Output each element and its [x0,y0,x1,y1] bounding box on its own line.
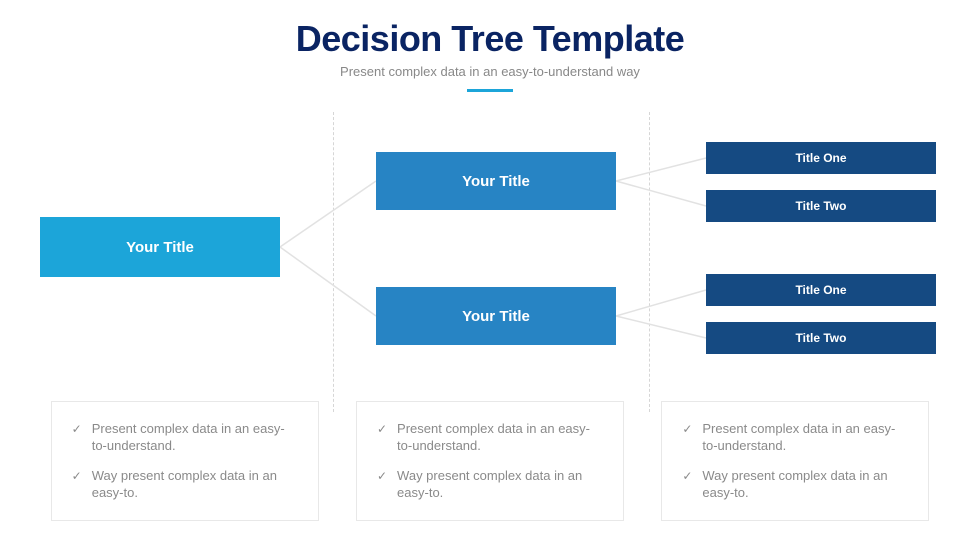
accent-divider [467,89,513,92]
column-divider [333,112,334,412]
decision-tree-diagram: Your Title Your Title Your Title Title O… [0,112,980,412]
slide-title: Decision Tree Template [0,18,980,60]
list-item: ✓ Present complex data in an easy-to-und… [72,420,298,455]
list-item: ✓ Way present complex data in an easy-to… [72,467,298,502]
column-divider [649,112,650,412]
tree-leaf-node: Title One [706,274,936,306]
tree-leaf-node: Title One [706,142,936,174]
node-label: Your Title [462,173,530,190]
list-item-text: Present complex data in an easy-to-under… [397,420,603,455]
footer-box: ✓ Present complex data in an easy-to-und… [661,401,929,521]
check-icon: ✓ [377,421,387,437]
tree-branch-node: Your Title [376,287,616,345]
list-item: ✓ Way present complex data in an easy-to… [682,467,908,502]
node-label: Title One [795,151,846,165]
list-item-text: Way present complex data in an easy-to. [92,467,298,502]
list-item-text: Way present complex data in an easy-to. [397,467,603,502]
list-item: ✓ Present complex data in an easy-to-und… [377,420,603,455]
check-icon: ✓ [682,421,692,437]
node-label: Title Two [796,331,847,345]
list-item-text: Way present complex data in an easy-to. [702,467,908,502]
check-icon: ✓ [377,468,387,484]
footer-box: ✓ Present complex data in an easy-to-und… [356,401,624,521]
footer-columns: ✓ Present complex data in an easy-to-und… [0,401,980,521]
check-icon: ✓ [72,468,82,484]
slide-header: Decision Tree Template Present complex d… [0,0,980,92]
node-label: Your Title [126,239,194,256]
list-item: ✓ Way present complex data in an easy-to… [377,467,603,502]
tree-leaf-node: Title Two [706,190,936,222]
tree-leaf-node: Title Two [706,322,936,354]
node-label: Title Two [796,199,847,213]
list-item-text: Present complex data in an easy-to-under… [702,420,908,455]
node-label: Your Title [462,308,530,325]
check-icon: ✓ [72,421,82,437]
footer-box: ✓ Present complex data in an easy-to-und… [51,401,319,521]
slide-subtitle: Present complex data in an easy-to-under… [0,64,980,79]
node-label: Title One [795,283,846,297]
tree-branch-node: Your Title [376,152,616,210]
list-item-text: Present complex data in an easy-to-under… [92,420,298,455]
check-icon: ✓ [682,468,692,484]
list-item: ✓ Present complex data in an easy-to-und… [682,420,908,455]
tree-root-node: Your Title [40,217,280,277]
